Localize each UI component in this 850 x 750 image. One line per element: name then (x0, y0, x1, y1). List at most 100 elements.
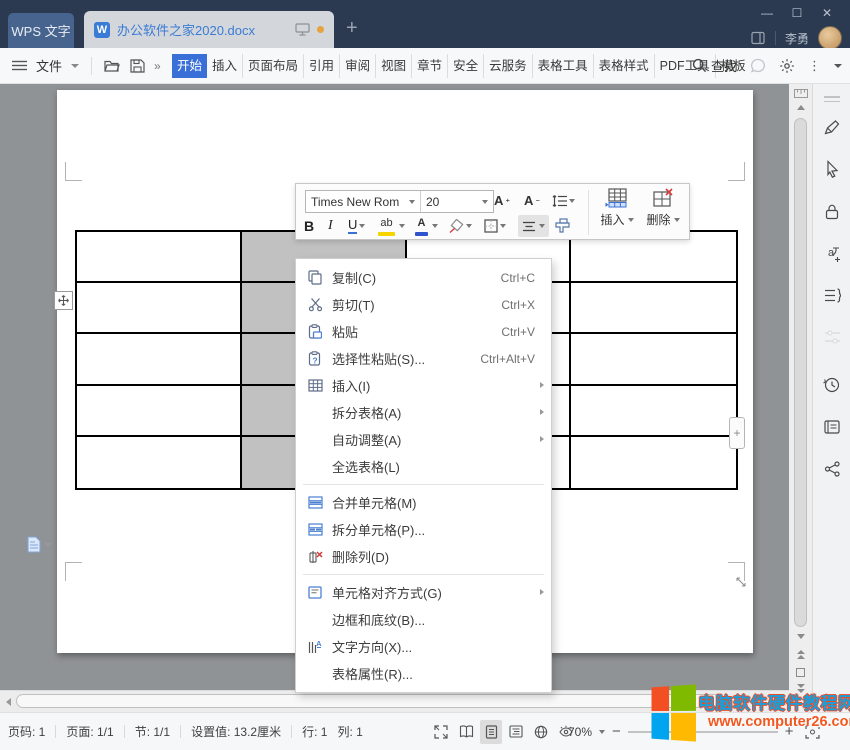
file-menu[interactable]: 文件 (36, 56, 62, 75)
shading-color-button[interactable] (448, 215, 472, 237)
outline-view-icon[interactable] (505, 720, 527, 744)
tab-review[interactable]: 审阅 (340, 54, 376, 78)
notebook-icon[interactable] (813, 410, 850, 444)
grow-font-button[interactable]: A⁺ (494, 190, 510, 211)
chevron-down-icon[interactable] (71, 64, 79, 68)
kebab-menu-icon[interactable]: ⋮ (808, 58, 821, 74)
zoom-slider-thumb[interactable] (680, 726, 691, 737)
table-cell[interactable] (77, 386, 242, 437)
horizontal-scrollbar[interactable] (0, 690, 789, 712)
fullscreen-icon[interactable] (430, 720, 452, 744)
print-layout-icon[interactable] (480, 720, 502, 744)
table-cell[interactable] (571, 283, 736, 334)
scroll-up-arrow[interactable] (797, 105, 805, 110)
table-resize-handle[interactable] (735, 576, 747, 588)
more-commands[interactable]: » (154, 59, 159, 73)
maximize-button[interactable]: ☐ (782, 2, 812, 24)
table-cell[interactable] (571, 334, 736, 385)
document-tab[interactable]: W 办公软件之家2020.docx (84, 11, 334, 48)
vertical-scroll-thumb[interactable] (794, 118, 807, 627)
share-icon[interactable] (813, 452, 850, 486)
menu-item-autofit[interactable]: 自动调整(A) (296, 426, 551, 453)
avatar[interactable] (818, 26, 842, 50)
borders-button[interactable] (484, 215, 506, 237)
table-cell[interactable] (571, 437, 736, 488)
highlight-color-button[interactable]: ab (376, 215, 405, 237)
tab-home[interactable]: 开始 (172, 54, 207, 78)
close-button[interactable]: ✕ (812, 2, 842, 24)
new-tab-button[interactable]: + (346, 18, 358, 38)
format-painter-button[interactable] (554, 215, 571, 237)
table-cell[interactable] (77, 334, 242, 385)
italic-button[interactable]: I (328, 215, 333, 237)
tab-insert[interactable]: 插入 (207, 54, 243, 78)
menu-item-merge-cells[interactable]: 合并单元格(M) (296, 489, 551, 516)
menu-item-select-table[interactable]: 全选表格(L) (296, 453, 551, 480)
menu-item-delete-column[interactable]: 删除列(D) (296, 543, 551, 570)
ruler-toggle-icon[interactable] (794, 89, 808, 98)
table-insert-button[interactable]: 插入 (594, 188, 640, 228)
tab-section[interactable]: 章节 (412, 54, 448, 78)
tab-table-tools[interactable]: 表格工具 (533, 54, 594, 78)
menu-item-split-table[interactable]: 拆分表格(A) (296, 399, 551, 426)
align-center-button[interactable] (518, 215, 549, 237)
zoom-level[interactable]: 70% (568, 725, 592, 739)
table-cell[interactable] (77, 437, 242, 488)
menu-item-paste[interactable]: 粘贴 Ctrl+V (296, 318, 551, 345)
add-row-button[interactable]: + (729, 417, 745, 449)
read-mode-icon[interactable] (455, 720, 477, 744)
translate-icon[interactable]: a (813, 236, 850, 270)
table-move-handle[interactable] (54, 291, 73, 310)
line-spacing-button[interactable] (552, 190, 575, 211)
font-color-button[interactable]: A (413, 215, 438, 237)
table-cell[interactable] (77, 283, 242, 334)
outline-list-icon[interactable] (813, 278, 850, 312)
next-page-button[interactable] (789, 684, 812, 693)
menu-item-cell-alignment[interactable]: 单元格对齐方式(G) (296, 579, 551, 606)
horizontal-scroll-thumb[interactable] (16, 694, 721, 708)
user-name[interactable]: 李勇 (785, 30, 809, 47)
font-size-select[interactable]: 20 (420, 191, 493, 212)
shrink-font-button[interactable]: A⁻ (524, 190, 540, 211)
lock-icon[interactable] (813, 194, 850, 228)
tab-cloud[interactable]: 云服务 (484, 54, 533, 78)
underline-button[interactable]: U (348, 215, 365, 237)
gear-icon[interactable] (779, 58, 795, 74)
menu-item-borders-shading[interactable]: 边框和底纹(B)... (296, 606, 551, 633)
font-name-select[interactable]: Times New Roma (306, 191, 420, 212)
zoom-out-button[interactable]: − (612, 724, 621, 739)
web-layout-icon[interactable] (530, 720, 552, 744)
minimize-button[interactable]: — (752, 2, 782, 24)
select-cursor-icon[interactable] (813, 152, 850, 186)
history-clock-icon[interactable] (813, 368, 850, 402)
table-delete-button[interactable]: 删除 (640, 188, 686, 228)
paste-options-button[interactable] (26, 536, 51, 553)
tab-references[interactable]: 引用 (304, 54, 340, 78)
scroll-down-arrow[interactable] (789, 634, 812, 639)
fit-page-icon[interactable] (805, 725, 820, 739)
zoom-slider[interactable] (628, 731, 778, 733)
save-icon[interactable] (130, 59, 145, 73)
edit-pen-icon[interactable] (813, 110, 850, 144)
scroll-left-arrow[interactable] (6, 698, 11, 706)
menu-item-copy[interactable]: 复制(C) Ctrl+C (296, 264, 551, 291)
menu-item-insert[interactable]: 插入(I) (296, 372, 551, 399)
app-tab[interactable]: WPS 文字 (8, 13, 74, 48)
select-browse-object-button[interactable] (789, 668, 812, 677)
bold-button[interactable]: B (304, 215, 314, 237)
find-button[interactable]: 查找 (692, 56, 737, 75)
collapse-ribbon-icon[interactable] (834, 64, 842, 68)
table-cell[interactable] (571, 386, 736, 437)
open-folder-icon[interactable] (104, 59, 121, 73)
comment-icon[interactable] (750, 58, 766, 73)
zoom-in-button[interactable]: + (785, 724, 794, 739)
tab-view[interactable]: 视图 (376, 54, 412, 78)
sidebar-toggle-icon[interactable] (751, 31, 766, 45)
menu-item-table-properties[interactable]: 表格属性(R)... (296, 660, 551, 687)
vertical-scrollbar[interactable] (789, 84, 812, 712)
hamburger-icon[interactable] (12, 60, 27, 71)
menu-item-text-direction[interactable]: A 文字方向(X)... (296, 633, 551, 660)
menu-item-split-cells[interactable]: 拆分单元格(P)... (296, 516, 551, 543)
panel-drag-handle[interactable] (824, 96, 840, 102)
zoom-dropdown-icon[interactable] (599, 730, 605, 734)
